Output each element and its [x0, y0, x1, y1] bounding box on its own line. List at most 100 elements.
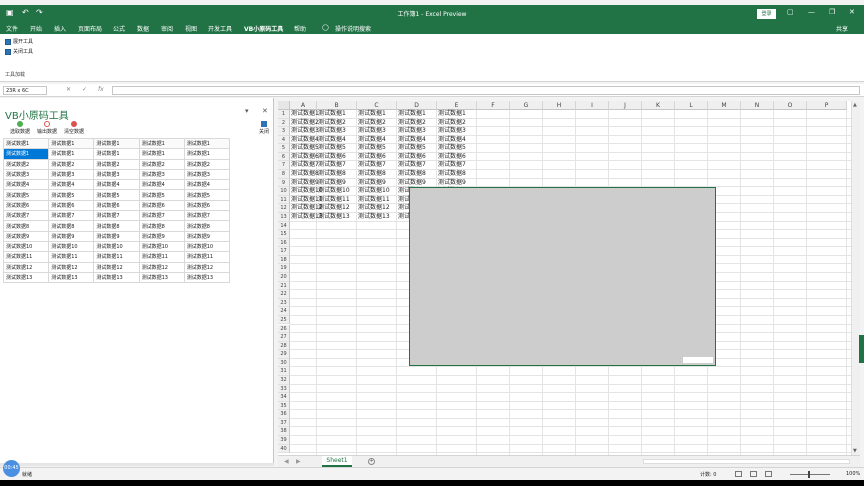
grid-cell[interactable]: 测试数据11	[48, 251, 95, 263]
tab-home[interactable]: 开始	[30, 24, 42, 33]
row-header[interactable]: 7	[278, 161, 290, 171]
column-header[interactable]: J	[609, 101, 642, 110]
sheet-cell[interactable]: 测试数据12	[318, 204, 350, 213]
row-header[interactable]: 5	[278, 144, 290, 153]
tab-developer[interactable]: 开发工具	[208, 24, 232, 33]
tab-page-layout[interactable]: 页面布局	[78, 24, 102, 33]
row-header[interactable]: 12	[278, 204, 290, 213]
row-header[interactable]: 30	[278, 358, 290, 368]
row-header[interactable]: 18	[278, 255, 290, 265]
row-header[interactable]: 14	[278, 221, 290, 231]
grid-cell[interactable]: 测试数据5	[2, 189, 50, 201]
sheet-cell[interactable]: 测试数据12	[358, 204, 390, 213]
sheet-cell[interactable]: 测试数据4	[291, 136, 319, 145]
restore-icon[interactable]: ❐	[829, 8, 835, 16]
sheet-cell[interactable]: 测试数据9	[318, 179, 346, 188]
normal-view-icon[interactable]	[735, 471, 742, 477]
grid-cell[interactable]: 测试数据5	[138, 189, 185, 201]
row-header[interactable]: 37	[278, 418, 290, 428]
grid-cell[interactable]: 测试数据7	[183, 210, 231, 222]
grid-cell[interactable]: 测试数据8	[138, 220, 185, 232]
sheet-cell[interactable]: 测试数据4	[358, 136, 386, 145]
pane-close-button[interactable]: 关闭	[256, 121, 272, 135]
row-header[interactable]: 39	[278, 436, 290, 445]
sheet-cell[interactable]: 测试数据7	[438, 161, 466, 170]
grid-cell[interactable]: 测试数据9	[2, 230, 50, 242]
sheet-cell[interactable]: 测试数据8	[358, 170, 386, 179]
grid-cell[interactable]: 测试数据1	[48, 148, 95, 160]
vertical-scrollbar[interactable]: ▲ ▼	[851, 101, 860, 455]
grid-cell[interactable]: 测试数据11	[183, 251, 231, 263]
tell-me-search[interactable]: 操作说明搜索	[335, 24, 371, 33]
grid-cell[interactable]: 测试数据11	[138, 251, 185, 263]
enter-icon[interactable]: ✓	[82, 86, 87, 93]
sheet-cell[interactable]: 测试数据9	[398, 179, 426, 188]
pane-close-icon[interactable]: ✕	[262, 107, 268, 115]
column-header[interactable]: K	[642, 101, 675, 110]
zoom-slider-knob[interactable]	[808, 471, 810, 478]
grid-cell[interactable]: 测试数据3	[183, 168, 231, 181]
grid-cell[interactable]: 测试数据2	[183, 158, 231, 170]
tab-formulas[interactable]: 公式	[113, 24, 125, 33]
horizontal-scrollbar[interactable]	[643, 459, 850, 464]
sheet-cell[interactable]: 测试数据5	[291, 144, 319, 153]
column-header[interactable]: H	[543, 101, 576, 110]
grid-cell[interactable]: 测试数据6	[2, 199, 50, 212]
grid-cell[interactable]: 测试数据3	[138, 168, 185, 181]
row-header[interactable]: 21	[278, 281, 290, 291]
grid-header-cell[interactable]: 测试数据1	[2, 137, 50, 150]
worksheet-grid[interactable]: ABCDEFGHIJKLMNOP 1 2 3 4 5 6 7 8 9 10 11 12 13 14 15 16…	[278, 101, 860, 455]
function-icon[interactable]: fx	[98, 86, 104, 93]
grid-cell[interactable]: 测试数据12	[93, 261, 140, 273]
row-header[interactable]: 1	[278, 110, 290, 119]
row-header[interactable]: 20	[278, 273, 290, 282]
row-header[interactable]: 27	[278, 333, 290, 342]
grid-cell[interactable]: 测试数据2	[2, 158, 50, 170]
grid-cell[interactable]: 测试数据10	[48, 240, 95, 253]
sheet-cell[interactable]: 测试数据3	[358, 127, 386, 136]
sheet-cell[interactable]: 测试数据2	[438, 119, 466, 128]
grid-cell[interactable]: 测试数据8	[183, 220, 231, 232]
column-header[interactable]: P	[807, 101, 847, 110]
tab-vb-tools[interactable]: VB小原码工具	[244, 24, 284, 36]
grid-cell[interactable]: 测试数据6	[183, 199, 231, 212]
row-header[interactable]: 23	[278, 298, 290, 308]
row-header[interactable]: 40	[278, 444, 290, 454]
grid-header-cell[interactable]: 测试数据1	[138, 137, 185, 150]
grid-cell[interactable]: 测试数据13	[48, 271, 95, 284]
row-header[interactable]: 35	[278, 401, 290, 411]
grid-cell[interactable]: 测试数据2	[138, 158, 185, 170]
minimize-icon[interactable]: —	[808, 8, 815, 16]
grid-cell[interactable]: 测试数据11	[93, 251, 140, 263]
row-header[interactable]: 3	[278, 127, 290, 136]
row-header[interactable]: 9	[278, 178, 290, 188]
row-header[interactable]: 22	[278, 290, 290, 299]
sheet-cell[interactable]: 测试数据8	[438, 170, 466, 179]
pane-dropdown-icon[interactable]: ▾	[245, 107, 249, 115]
grid-cell[interactable]: 测试数据13	[93, 271, 140, 284]
row-header[interactable]: 19	[278, 264, 290, 274]
grid-cell[interactable]: 测试数据12	[138, 261, 185, 273]
row-header[interactable]: 16	[278, 238, 290, 248]
grid-cell[interactable]: 测试数据3	[2, 168, 50, 181]
grid-cell[interactable]: 测试数据3	[93, 168, 140, 181]
ribbon-display-icon[interactable]: ▢	[787, 8, 794, 16]
sheet-cell[interactable]: 测试数据2	[291, 119, 319, 128]
row-header[interactable]: 32	[278, 375, 290, 385]
row-header[interactable]: 26	[278, 324, 290, 334]
column-header[interactable]: A	[290, 101, 317, 110]
grid-cell[interactable]: 测试数据9	[183, 230, 231, 242]
grid-cell[interactable]: 测试数据10	[138, 240, 185, 253]
row-header[interactable]: 6	[278, 152, 290, 162]
sheet-cell[interactable]: 测试数据5	[438, 144, 466, 153]
sheet-cell[interactable]: 测试数据13	[358, 213, 390, 222]
column-header[interactable]: E	[437, 101, 477, 110]
grid-cell[interactable]: 测试数据7	[93, 210, 140, 222]
grid-cell[interactable]: 测试数据8	[2, 220, 50, 232]
share-button[interactable]: 共享	[836, 24, 848, 33]
sheet-cell[interactable]: 测试数据9	[358, 179, 386, 188]
grid-cell[interactable]: 测试数据9	[48, 230, 95, 242]
grid-cell[interactable]: 测试数据6	[93, 199, 140, 212]
column-header[interactable]: B	[317, 101, 357, 110]
formula-input[interactable]	[112, 86, 860, 95]
